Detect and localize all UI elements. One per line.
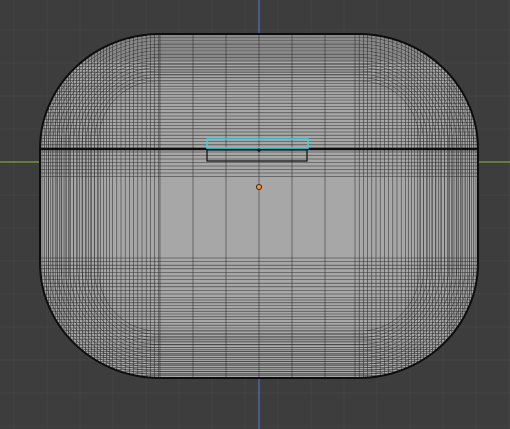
slot-center-vertex — [257, 148, 261, 152]
airpods-case-mesh[interactable] — [38, 30, 480, 380]
viewport-canvas[interactable] — [0, 0, 510, 429]
object-origin-point[interactable] — [255, 183, 262, 190]
3d-viewport[interactable] — [0, 0, 510, 429]
